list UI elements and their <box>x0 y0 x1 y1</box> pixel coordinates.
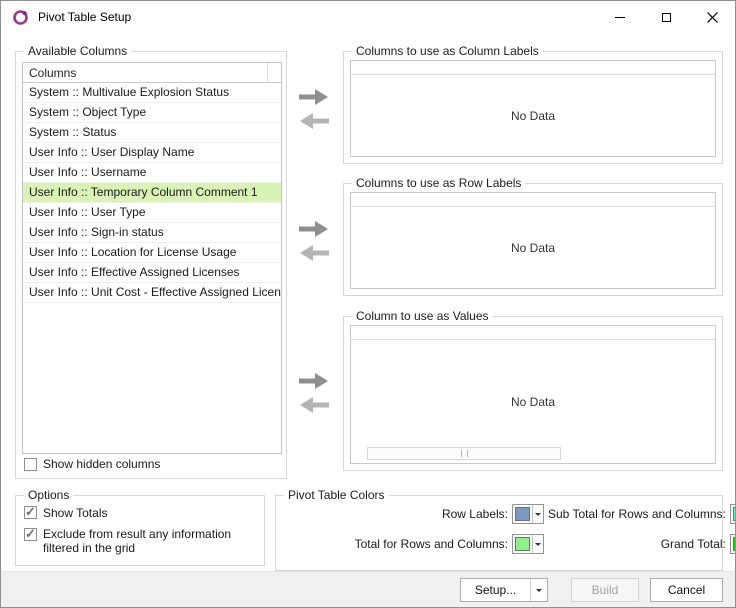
total-color-label: Total for Rows and Columns: <box>284 537 508 551</box>
horizontal-scrollbar[interactable] <box>367 447 561 460</box>
no-data-text: No Data <box>351 207 715 288</box>
total-color-picker[interactable] <box>512 534 544 554</box>
row-labels-color-swatch <box>515 507 530 521</box>
exclude-filtered-checkbox[interactable]: Exclude from result any information filt… <box>24 527 243 555</box>
cancel-button-label: Cancel <box>668 583 705 597</box>
row-labels-list[interactable]: No Data <box>350 192 716 289</box>
show-hidden-columns-checkbox[interactable]: Show hidden columns <box>24 457 160 471</box>
column-labels-group: Columns to use as Column Labels No Data <box>343 51 723 164</box>
sub-total-color-label: Sub Total for Rows and Columns: <box>548 507 726 521</box>
list-item[interactable]: User Info :: Username <box>23 163 281 183</box>
grand-total-color-label: Grand Total: <box>548 537 726 551</box>
arrow-right-icon <box>297 220 331 238</box>
minimize-button[interactable] <box>597 1 643 33</box>
arrow-right-icon <box>297 88 331 106</box>
add-value-button[interactable] <box>297 372 331 390</box>
list-item[interactable]: User Info :: Sign-in status <box>23 223 281 243</box>
column-labels-list[interactable]: No Data <box>350 60 716 157</box>
footer-bar: Setup... Build Cancel <box>1 571 735 607</box>
available-columns-group: Available Columns Columns System :: Mult… <box>15 51 287 479</box>
remove-value-button[interactable] <box>297 396 331 414</box>
row-labels-color-picker[interactable] <box>512 504 544 524</box>
list-item[interactable]: User Info :: Effective Assigned Licenses <box>23 263 281 283</box>
empty-header-row <box>351 61 715 75</box>
empty-header-row <box>351 193 715 207</box>
show-totals-checkbox[interactable]: Show Totals <box>24 506 107 520</box>
setup-button-label: Setup... <box>461 583 530 597</box>
remove-row-label-button[interactable] <box>297 244 331 262</box>
empty-header-row <box>351 326 715 340</box>
dropdown-arrow-icon[interactable] <box>532 505 543 523</box>
list-item[interactable]: System :: Status <box>23 123 281 143</box>
list-item-selected[interactable]: User Info :: Temporary Column Comment 1 <box>23 183 281 203</box>
remove-column-label-button[interactable] <box>297 112 331 130</box>
build-button[interactable]: Build <box>571 578 639 602</box>
minimize-icon <box>615 17 625 18</box>
exclude-filtered-checkbox-box[interactable] <box>24 528 37 541</box>
list-rows: System :: Multivalue Explosion Status Sy… <box>23 83 281 303</box>
column-labels-group-label: Columns to use as Column Labels <box>352 44 543 58</box>
list-item[interactable]: System :: Multivalue Explosion Status <box>23 83 281 103</box>
add-column-label-button[interactable] <box>297 88 331 106</box>
row-labels-color-label: Row Labels: <box>284 507 508 521</box>
arrow-left-icon <box>297 244 331 262</box>
list-scrollbar-placeholder <box>268 63 281 82</box>
pivot-colors-group: Pivot Table Colors Row Labels: Sub Total… <box>275 495 723 571</box>
list-item[interactable]: User Info :: User Display Name <box>23 143 281 163</box>
maximize-icon <box>662 13 671 22</box>
dropdown-arrow-icon[interactable] <box>532 535 543 553</box>
show-hidden-checkbox-box[interactable] <box>24 458 37 471</box>
arrow-right-icon <box>297 372 331 390</box>
list-item[interactable]: User Info :: Unit Cost - Effective Assig… <box>23 283 281 303</box>
pivot-table-setup-dialog: Pivot Table Setup Available Columns Colu… <box>0 0 736 608</box>
available-columns-group-label: Available Columns <box>24 44 131 58</box>
arrow-left-icon <box>297 396 331 414</box>
close-icon <box>707 12 718 23</box>
grand-total-color-picker[interactable] <box>730 534 736 554</box>
add-row-label-button[interactable] <box>297 220 331 238</box>
values-list[interactable]: No Data <box>350 325 716 464</box>
exclude-filtered-checkbox-label: Exclude from result any information filt… <box>43 527 243 555</box>
sub-total-color-picker[interactable] <box>730 504 736 524</box>
list-item[interactable]: User Info :: User Type <box>23 203 281 223</box>
show-totals-checkbox-box[interactable] <box>24 506 37 519</box>
list-item[interactable]: User Info :: Location for License Usage <box>23 243 281 263</box>
setup-button[interactable]: Setup... <box>460 578 548 602</box>
maximize-button[interactable] <box>643 1 689 33</box>
pivot-colors-grid: Row Labels: Sub Total for Rows and Colum… <box>284 504 714 554</box>
build-button-label: Build <box>592 583 619 597</box>
title-bar[interactable]: Pivot Table Setup <box>1 1 735 33</box>
no-data-text: No Data <box>351 340 715 463</box>
no-data-text: No Data <box>351 75 715 156</box>
row-labels-group-label: Columns to use as Row Labels <box>352 176 525 190</box>
options-group-label: Options <box>24 488 73 502</box>
values-group: Column to use as Values No Data <box>343 316 723 471</box>
total-color-swatch <box>515 537 530 551</box>
row-labels-group: Columns to use as Row Labels No Data <box>343 183 723 296</box>
pivot-colors-group-label: Pivot Table Colors <box>284 488 389 502</box>
list-header-row: Columns <box>23 63 281 83</box>
window-title: Pivot Table Setup <box>38 10 131 24</box>
arrow-left-icon <box>297 112 331 130</box>
values-group-label: Column to use as Values <box>352 309 493 323</box>
setup-dropdown-arrow-icon[interactable] <box>530 579 547 601</box>
available-columns-list[interactable]: Columns System :: Multivalue Explosion S… <box>22 62 282 454</box>
show-hidden-checkbox-label: Show hidden columns <box>43 457 160 471</box>
columns-column-header[interactable]: Columns <box>23 63 268 82</box>
caption-buttons <box>597 1 735 33</box>
app-icon <box>12 9 29 26</box>
show-totals-checkbox-label: Show Totals <box>43 506 107 520</box>
cancel-button[interactable]: Cancel <box>650 578 723 602</box>
close-button[interactable] <box>689 1 735 33</box>
options-group: Options Show Totals Exclude from result … <box>15 495 265 566</box>
list-item[interactable]: System :: Object Type <box>23 103 281 123</box>
scrollbar-grip-icon <box>461 450 468 457</box>
